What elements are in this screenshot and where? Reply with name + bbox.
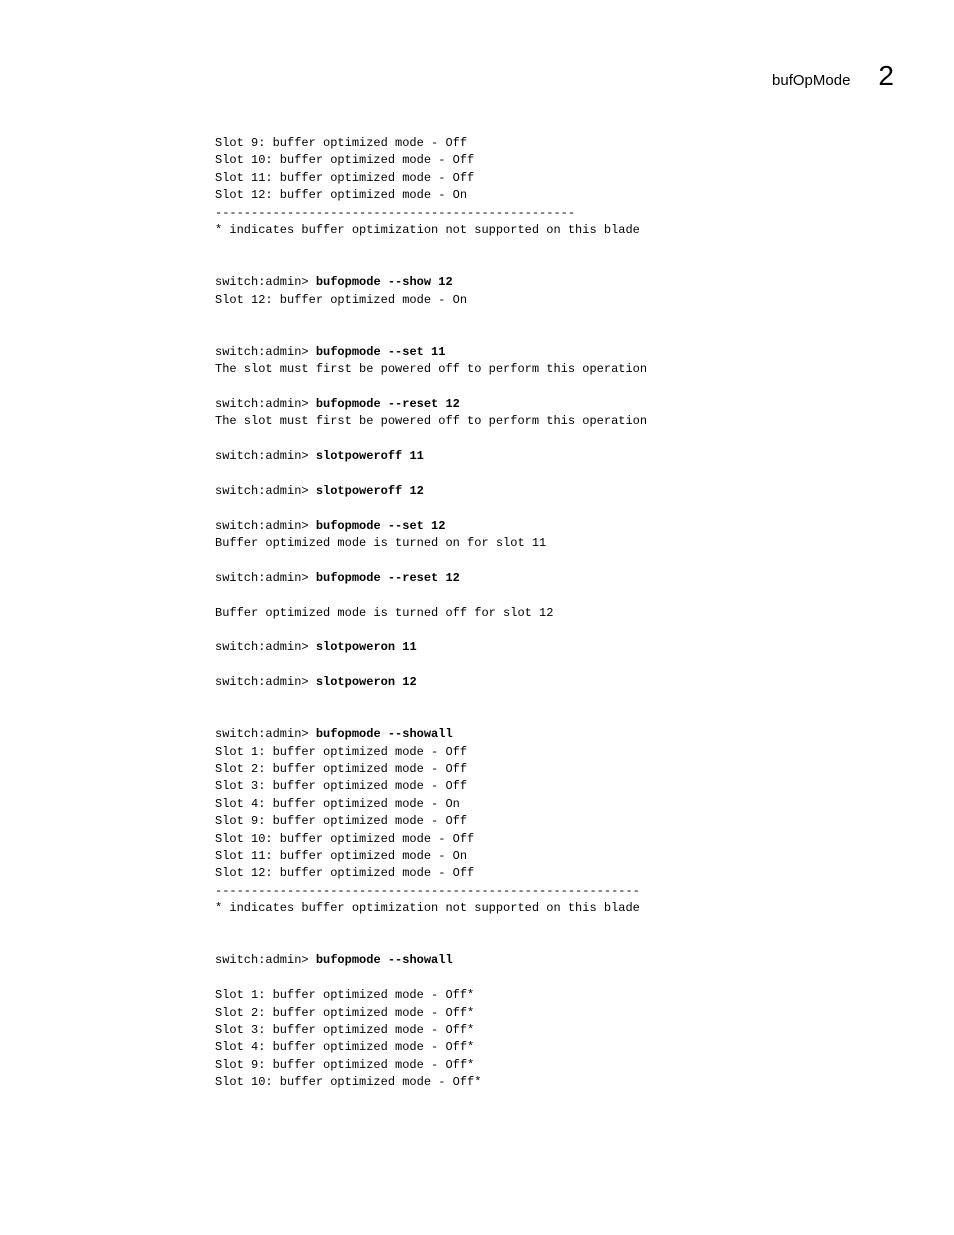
terminal-line: The slot must first be powered off to pe…	[215, 361, 647, 378]
command: bufopmode --set 11	[316, 345, 446, 359]
prompt: switch:admin>	[215, 397, 316, 411]
header-title: bufOpMode	[772, 72, 850, 89]
terminal-line: ----------------------------------------…	[215, 205, 647, 222]
command: slotpoweroff 11	[316, 449, 424, 463]
terminal-line: Slot 1: buffer optimized mode - Off	[215, 744, 647, 761]
terminal-line: Slot 10: buffer optimized mode - Off	[215, 831, 647, 848]
terminal-line: switch:admin> bufopmode --showall	[215, 726, 647, 743]
terminal-line: ----------------------------------------…	[215, 883, 647, 900]
terminal-line	[215, 257, 647, 274]
command: bufopmode --reset 12	[316, 397, 460, 411]
terminal-line: Slot 11: buffer optimized mode - On	[215, 848, 647, 865]
terminal-line: Slot 9: buffer optimized mode - Off	[215, 813, 647, 830]
terminal-line: switch:admin> slotpoweroff 12	[215, 483, 647, 500]
prompt: switch:admin>	[215, 519, 316, 533]
command: bufopmode --set 12	[316, 519, 446, 533]
prompt: switch:admin>	[215, 727, 316, 741]
header-page-number: 2	[878, 60, 894, 92]
terminal-line: switch:admin> slotpoweron 11	[215, 639, 647, 656]
terminal-line: Slot 10: buffer optimized mode - Off	[215, 152, 647, 169]
terminal-line	[215, 587, 647, 604]
terminal-line: Slot 3: buffer optimized mode - Off*	[215, 1022, 647, 1039]
terminal-line	[215, 326, 647, 343]
terminal-line: Slot 4: buffer optimized mode - On	[215, 796, 647, 813]
command: bufopmode --show 12	[316, 275, 453, 289]
terminal-line: Slot 12: buffer optimized mode - On	[215, 187, 647, 204]
terminal-line: Slot 12: buffer optimized mode - Off	[215, 865, 647, 882]
prompt: switch:admin>	[215, 953, 316, 967]
terminal-line: Slot 9: buffer optimized mode - Off	[215, 135, 647, 152]
terminal-line: Slot 2: buffer optimized mode - Off*	[215, 1005, 647, 1022]
terminal-line: Slot 11: buffer optimized mode - Off	[215, 170, 647, 187]
terminal-line	[215, 239, 647, 256]
terminal-line: Buffer optimized mode is turned off for …	[215, 605, 647, 622]
command: bufopmode --showall	[316, 727, 453, 741]
command: slotpoweron 11	[316, 640, 417, 654]
terminal-line	[215, 378, 647, 395]
command: slotpoweroff 12	[316, 484, 424, 498]
terminal-line: Slot 4: buffer optimized mode - Off*	[215, 1039, 647, 1056]
command: bufopmode --showall	[316, 953, 453, 967]
command: bufopmode --reset 12	[316, 571, 460, 585]
terminal-line	[215, 935, 647, 952]
terminal-line	[215, 657, 647, 674]
terminal-line: switch:admin> bufopmode --show 12	[215, 274, 647, 291]
terminal-line: The slot must first be powered off to pe…	[215, 413, 647, 430]
terminal-line	[215, 692, 647, 709]
prompt: switch:admin>	[215, 640, 316, 654]
terminal-line	[215, 309, 647, 326]
prompt: switch:admin>	[215, 345, 316, 359]
terminal-line: switch:admin> bufopmode --reset 12	[215, 396, 647, 413]
terminal-line: switch:admin> bufopmode --set 11	[215, 344, 647, 361]
terminal-line: * indicates buffer optimization not supp…	[215, 900, 647, 917]
terminal-line: switch:admin> bufopmode --showall	[215, 952, 647, 969]
terminal-line: switch:admin> slotpoweron 12	[215, 674, 647, 691]
terminal-line: Slot 9: buffer optimized mode - Off*	[215, 1057, 647, 1074]
terminal-line	[215, 970, 647, 987]
terminal-line	[215, 431, 647, 448]
terminal-line: Slot 10: buffer optimized mode - Off*	[215, 1074, 647, 1091]
terminal-line: Slot 12: buffer optimized mode - On	[215, 292, 647, 309]
terminal-line	[215, 552, 647, 569]
terminal-line: Buffer optimized mode is turned on for s…	[215, 535, 647, 552]
terminal-line: Slot 1: buffer optimized mode - Off*	[215, 987, 647, 1004]
terminal-output: Slot 9: buffer optimized mode - OffSlot …	[215, 135, 647, 1091]
terminal-line	[215, 709, 647, 726]
command: slotpoweron 12	[316, 675, 417, 689]
terminal-line: switch:admin> slotpoweroff 11	[215, 448, 647, 465]
terminal-line: * indicates buffer optimization not supp…	[215, 222, 647, 239]
terminal-line: switch:admin> bufopmode --set 12	[215, 518, 647, 535]
terminal-line: Slot 2: buffer optimized mode - Off	[215, 761, 647, 778]
terminal-line	[215, 500, 647, 517]
prompt: switch:admin>	[215, 275, 316, 289]
prompt: switch:admin>	[215, 449, 316, 463]
terminal-line: Slot 3: buffer optimized mode - Off	[215, 778, 647, 795]
prompt: switch:admin>	[215, 675, 316, 689]
terminal-line	[215, 465, 647, 482]
terminal-line: switch:admin> bufopmode --reset 12	[215, 570, 647, 587]
terminal-line	[215, 622, 647, 639]
prompt: switch:admin>	[215, 484, 316, 498]
page-header: bufOpMode 2	[772, 60, 894, 92]
terminal-line	[215, 918, 647, 935]
prompt: switch:admin>	[215, 571, 316, 585]
